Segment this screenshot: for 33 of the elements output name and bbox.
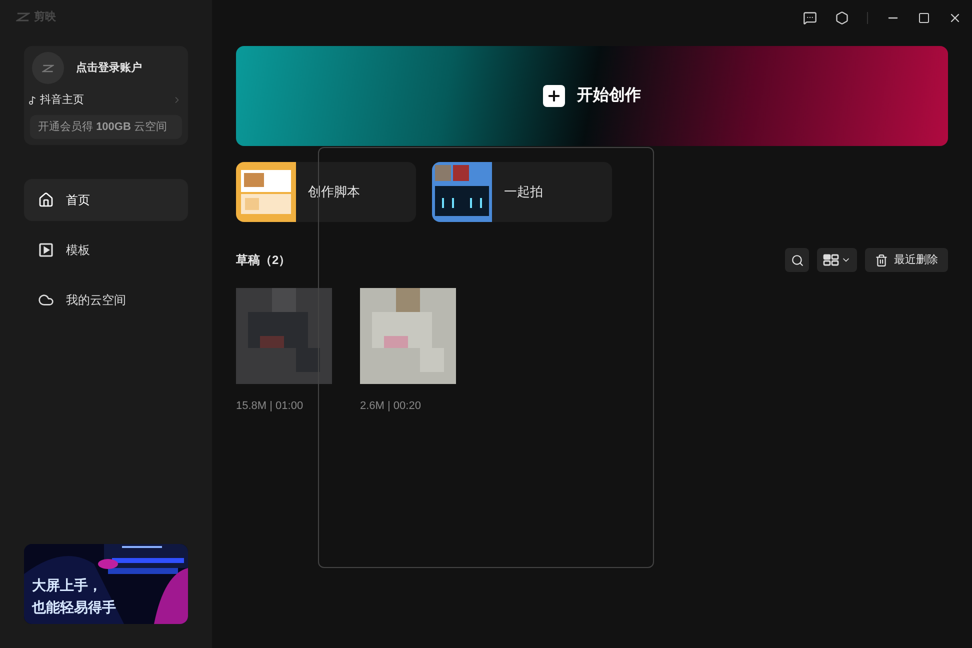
close-icon[interactable]: [948, 11, 962, 25]
maximize-icon[interactable]: [918, 12, 930, 24]
home-icon: [38, 192, 54, 208]
view-toggle-button[interactable]: [817, 248, 857, 272]
shortcut-card[interactable]: 一起拍: [432, 162, 612, 222]
note-icon: [28, 96, 37, 105]
settings-icon[interactable]: [835, 11, 849, 25]
shortcut-card[interactable]: 创作脚本: [236, 162, 416, 222]
membership-promo[interactable]: 开通会员得 100GB 云空间: [30, 114, 182, 138]
avatar[interactable]: [32, 52, 64, 84]
search-icon: [790, 254, 804, 266]
drafts-heading: 草稿（2）: [236, 252, 291, 269]
logo-icon: [16, 12, 30, 22]
nav-item[interactable]: 模板: [24, 228, 188, 270]
start-create-button[interactable]: 开始创作: [236, 46, 948, 146]
play-frame-icon: [38, 242, 54, 258]
nav-item[interactable]: 我的云空间: [24, 278, 188, 320]
feedback-icon[interactable]: [803, 11, 817, 25]
banner-text: 也能轻易得手: [32, 598, 116, 617]
grid-view-icon: [823, 254, 839, 266]
login-link[interactable]: 点击登录账户: [76, 60, 142, 76]
nav-item[interactable]: 首页: [24, 178, 188, 220]
trash-icon: [875, 254, 888, 266]
search-button[interactable]: [785, 248, 809, 272]
draft-meta: 15.8M | 01:00: [236, 399, 304, 414]
douyin-link[interactable]: 抖音主页: [28, 92, 182, 108]
plus-icon: [543, 85, 565, 107]
cloud-icon: [38, 292, 54, 308]
draft-meta: 2.6M | 00:20: [360, 399, 422, 414]
logo-icon: [42, 64, 54, 72]
banner-text: 大屏上手，: [32, 576, 103, 595]
recently-deleted-button[interactable]: 最近删除: [865, 248, 948, 272]
promo-banner[interactable]: 大屏上手， 也能轻易得手: [24, 544, 188, 624]
